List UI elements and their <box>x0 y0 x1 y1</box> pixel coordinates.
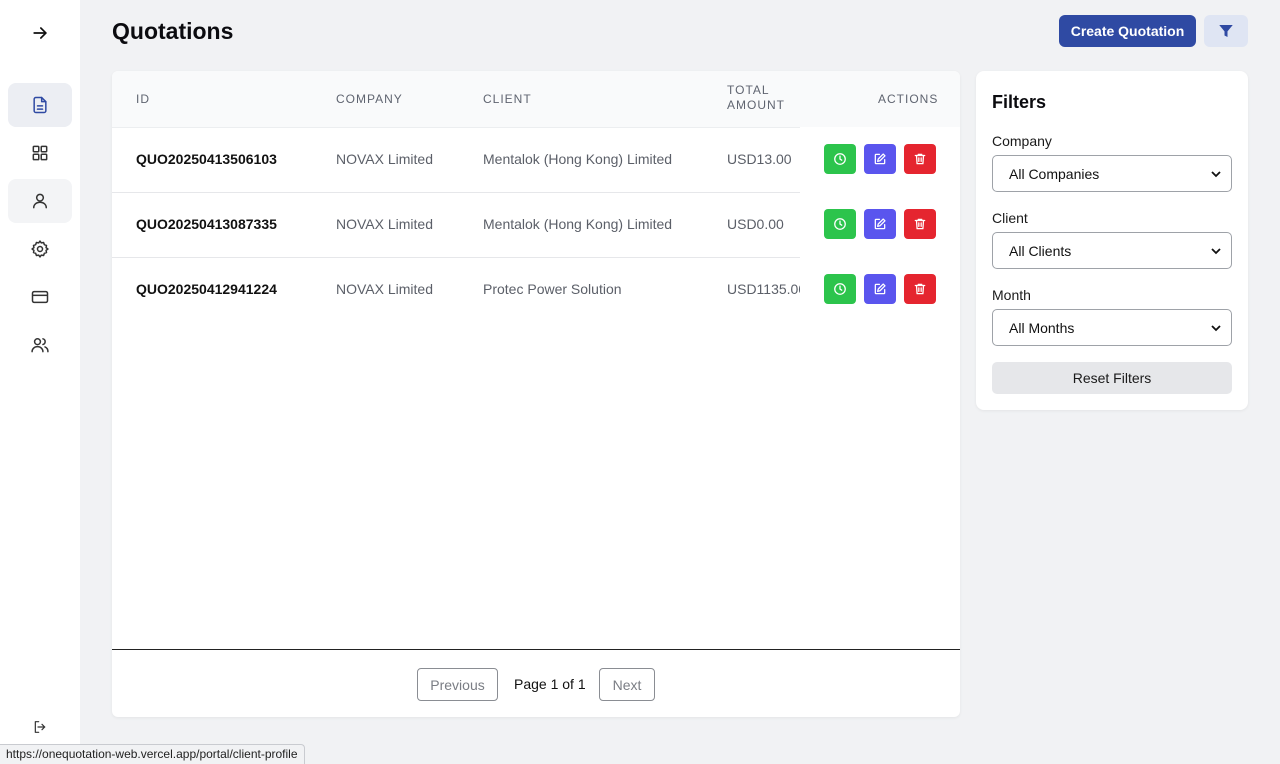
client-cell: Mentalok (Hong Kong) Limited <box>483 151 673 167</box>
company-select-value: All Companies <box>1009 165 1100 182</box>
table-footer-divider <box>112 649 960 650</box>
quotation-id[interactable]: QUO20250413087335 <box>136 216 277 232</box>
arrow-right-icon <box>33 27 47 39</box>
trash-icon <box>914 153 926 165</box>
month-filter-label: Month <box>992 287 1031 303</box>
client-cell: Protec Power Solution <box>483 281 622 297</box>
chevron-down-icon <box>1211 248 1221 255</box>
company-select[interactable]: All Companies <box>992 155 1232 192</box>
reset-filters-button[interactable]: Reset Filters <box>992 362 1232 394</box>
client-select-value: All Clients <box>1009 242 1072 259</box>
view-history-button[interactable] <box>824 209 856 239</box>
client-cell: Mentalok (Hong Kong) Limited <box>483 216 673 232</box>
client-filter-label: Client <box>992 210 1028 226</box>
sidebar <box>0 0 80 764</box>
edit-button[interactable] <box>864 274 896 304</box>
filter-icon <box>1219 25 1233 37</box>
month-select[interactable]: All Months <box>992 309 1232 346</box>
logout-icon <box>34 721 46 733</box>
company-cell: NOVAX Limited <box>336 281 433 297</box>
sidebar-logout-button[interactable] <box>8 705 72 749</box>
table-row: QUO20250413506103 NOVAX Limited Mentalok… <box>112 127 960 192</box>
gear-icon <box>31 240 49 258</box>
sidebar-item-quotations[interactable] <box>8 83 72 127</box>
filter-toggle-button[interactable] <box>1204 15 1248 47</box>
chevron-down-icon <box>1211 171 1221 178</box>
sidebar-item-client-profile[interactable] <box>8 179 72 223</box>
link-preview-statusbar: https://onequotation-web.vercel.app/port… <box>0 744 305 764</box>
edit-button[interactable] <box>864 144 896 174</box>
chevron-down-icon <box>1211 325 1221 332</box>
header-company: COMPANY <box>336 92 403 106</box>
clock-icon <box>834 283 846 295</box>
view-history-button[interactable] <box>824 274 856 304</box>
delete-button[interactable] <box>904 209 936 239</box>
quotation-id[interactable]: QUO20250412941224 <box>136 281 277 297</box>
delete-button[interactable] <box>904 274 936 304</box>
page-indicator: Page 1 of 1 <box>514 676 586 692</box>
header-actions: ACTIONS <box>878 92 939 106</box>
header-total-amount: TOTAL AMOUNT <box>727 83 785 112</box>
amount-cell: USD1135.00 <box>727 281 800 297</box>
trash-icon <box>914 218 926 230</box>
quotations-table: ID COMPANY CLIENT TOTAL AMOUNT ACTIONS Q… <box>112 71 960 717</box>
create-quotation-button[interactable]: Create Quotation <box>1059 15 1196 47</box>
sidebar-expand-button[interactable] <box>8 11 72 55</box>
clock-icon <box>834 218 846 230</box>
client-select[interactable]: All Clients <box>992 232 1232 269</box>
sidebar-item-settings[interactable] <box>8 227 72 271</box>
grid-icon <box>32 145 48 161</box>
header-client: CLIENT <box>483 92 532 106</box>
edit-icon <box>874 153 886 165</box>
header-id: ID <box>136 92 150 106</box>
table-row: QUO20250412941224 NOVAX Limited Protec P… <box>112 257 960 322</box>
sidebar-item-team[interactable] <box>8 323 72 367</box>
delete-button[interactable] <box>904 144 936 174</box>
company-filter-label: Company <box>992 133 1052 149</box>
view-history-button[interactable] <box>824 144 856 174</box>
previous-page-button[interactable]: Previous <box>417 668 498 701</box>
users-icon <box>31 338 49 353</box>
next-page-button[interactable]: Next <box>599 668 655 701</box>
sidebar-item-dashboard[interactable] <box>8 131 72 175</box>
edit-icon <box>874 218 886 230</box>
clock-icon <box>834 153 846 165</box>
filters-title: Filters <box>992 92 1047 112</box>
sidebar-item-billing[interactable] <box>8 275 72 319</box>
amount-cell: USD13.00 <box>727 151 792 167</box>
page-title: Quotations <box>112 18 234 44</box>
table-header: ID COMPANY CLIENT TOTAL AMOUNT ACTIONS <box>112 71 960 127</box>
document-icon <box>33 96 47 114</box>
user-icon <box>33 193 47 209</box>
amount-cell: USD0.00 <box>727 216 784 232</box>
company-cell: NOVAX Limited <box>336 216 433 232</box>
edit-icon <box>874 283 886 295</box>
filters-panel: Filters Company All Companies Client All… <box>976 71 1248 410</box>
trash-icon <box>914 283 926 295</box>
credit-card-icon <box>31 290 49 304</box>
company-cell: NOVAX Limited <box>336 151 433 167</box>
month-select-value: All Months <box>1009 319 1075 336</box>
edit-button[interactable] <box>864 209 896 239</box>
table-row: QUO20250413087335 NOVAX Limited Mentalok… <box>112 192 960 257</box>
quotation-id[interactable]: QUO20250413506103 <box>136 151 277 167</box>
